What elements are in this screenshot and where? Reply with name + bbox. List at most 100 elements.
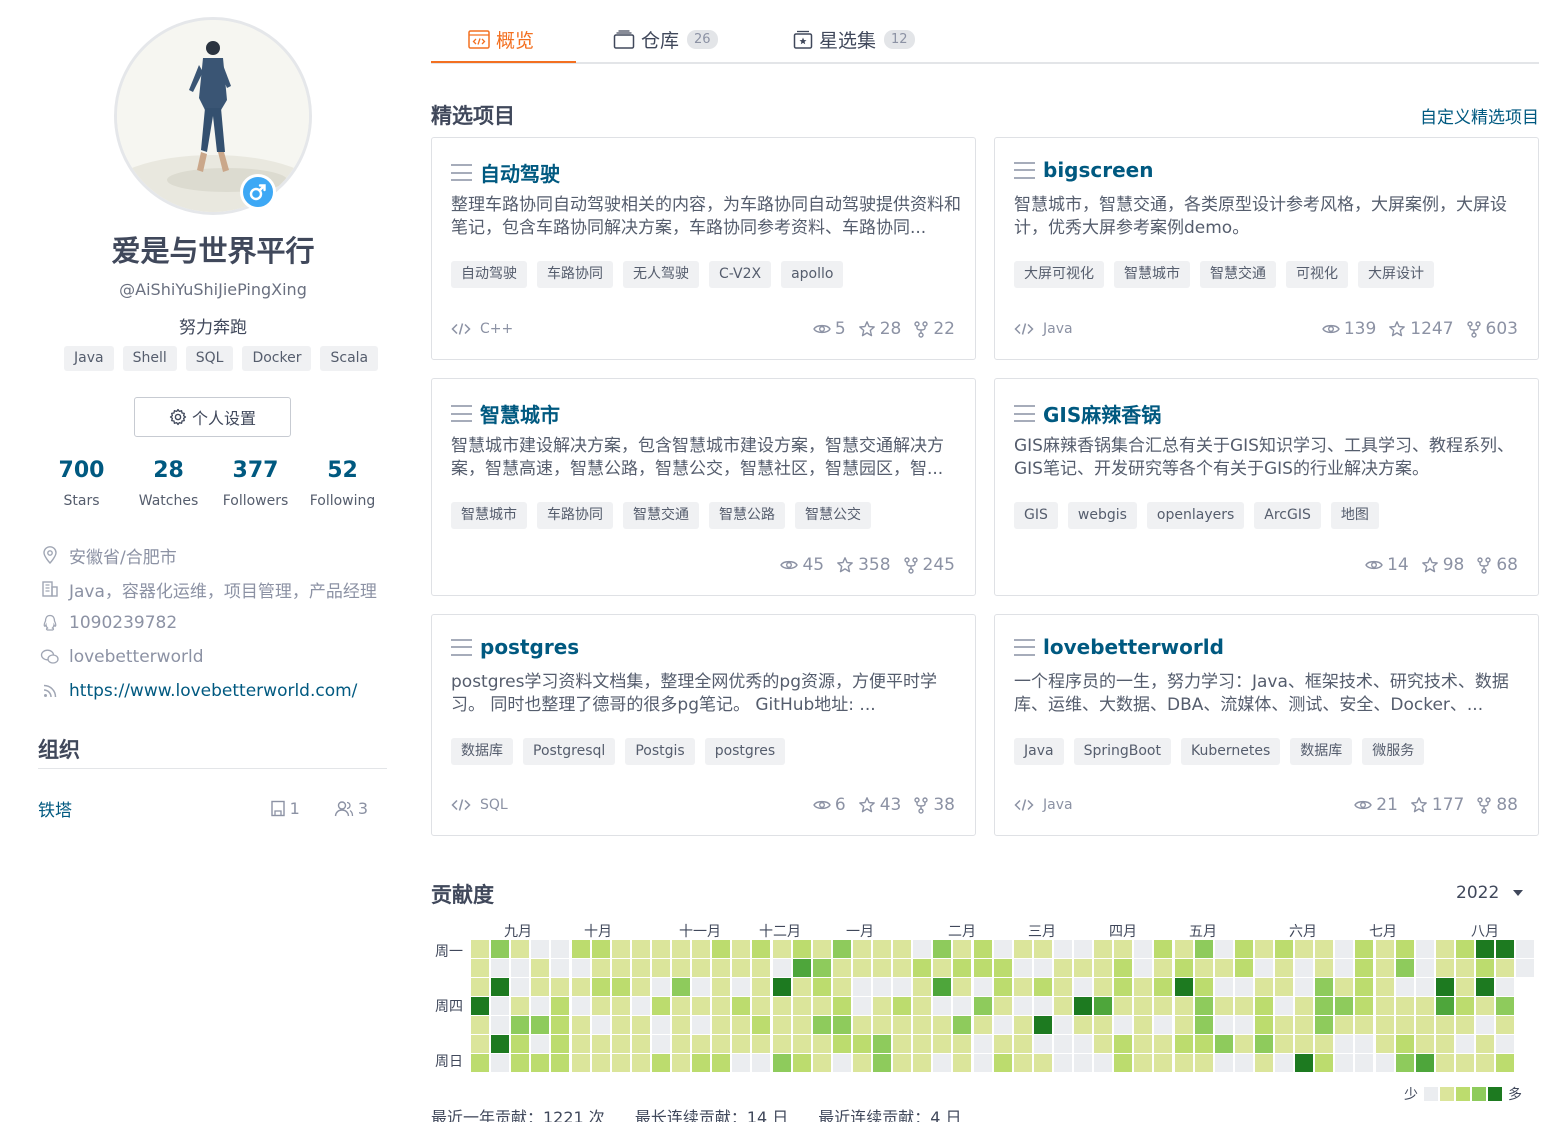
contrib-day-cell[interactable] bbox=[1014, 997, 1032, 1015]
contrib-day-cell[interactable] bbox=[773, 997, 791, 1015]
project-tag[interactable]: Java bbox=[1014, 738, 1064, 765]
contrib-day-cell[interactable] bbox=[974, 1016, 992, 1034]
contrib-day-cell[interactable] bbox=[752, 978, 770, 996]
contrib-day-cell[interactable] bbox=[1195, 997, 1213, 1015]
project-title-link[interactable]: postgres bbox=[480, 635, 579, 659]
contrib-day-cell[interactable] bbox=[712, 940, 730, 958]
contrib-day-cell[interactable] bbox=[551, 959, 569, 977]
contrib-day-cell[interactable] bbox=[531, 940, 549, 958]
contrib-day-cell[interactable] bbox=[491, 997, 509, 1015]
contrib-day-cell[interactable] bbox=[1295, 959, 1313, 977]
contrib-day-cell[interactable] bbox=[692, 997, 710, 1015]
contrib-day-cell[interactable] bbox=[572, 940, 590, 958]
project-tag[interactable]: 智慧城市 bbox=[451, 502, 527, 529]
contrib-day-cell[interactable] bbox=[893, 978, 911, 996]
project-tag[interactable]: 数据库 bbox=[451, 738, 513, 765]
contrib-day-cell[interactable] bbox=[813, 978, 831, 996]
contrib-day-cell[interactable] bbox=[813, 1054, 831, 1072]
project-title-link[interactable]: 自动驾驶 bbox=[480, 158, 560, 187]
contrib-day-cell[interactable] bbox=[1175, 1035, 1193, 1053]
contrib-day-cell[interactable] bbox=[732, 1016, 750, 1034]
contrib-day-cell[interactable] bbox=[1094, 1016, 1112, 1034]
contrib-day-cell[interactable] bbox=[1436, 959, 1454, 977]
contrib-day-cell[interactable] bbox=[953, 997, 971, 1015]
contrib-day-cell[interactable] bbox=[1416, 997, 1434, 1015]
contrib-day-cell[interactable] bbox=[1335, 959, 1353, 977]
contrib-day-cell[interactable] bbox=[652, 1035, 670, 1053]
contrib-day-cell[interactable] bbox=[1054, 940, 1072, 958]
contrib-day-cell[interactable] bbox=[1376, 940, 1394, 958]
contrib-day-cell[interactable] bbox=[1014, 959, 1032, 977]
contrib-day-cell[interactable] bbox=[1154, 940, 1172, 958]
contrib-day-cell[interactable] bbox=[511, 1016, 529, 1034]
contrib-day-cell[interactable] bbox=[853, 997, 871, 1015]
contrib-day-cell[interactable] bbox=[1315, 1054, 1333, 1072]
contrib-day-cell[interactable] bbox=[1396, 1054, 1414, 1072]
contrib-day-cell[interactable] bbox=[994, 959, 1012, 977]
project-stars[interactable]: 177 bbox=[1410, 795, 1464, 815]
contrib-day-cell[interactable] bbox=[592, 997, 610, 1015]
project-tag[interactable]: postgres bbox=[704, 738, 786, 765]
contrib-day-cell[interactable] bbox=[1416, 940, 1434, 958]
contrib-day-cell[interactable] bbox=[1094, 1035, 1112, 1053]
contrib-day-cell[interactable] bbox=[1255, 1016, 1273, 1034]
contrib-day-cell[interactable] bbox=[612, 997, 630, 1015]
contrib-day-cell[interactable] bbox=[873, 940, 891, 958]
contrib-day-cell[interactable] bbox=[1396, 940, 1414, 958]
contrib-day-cell[interactable] bbox=[692, 1054, 710, 1072]
contrib-day-cell[interactable] bbox=[1034, 940, 1052, 958]
contrib-day-cell[interactable] bbox=[1195, 1016, 1213, 1034]
contrib-day-cell[interactable] bbox=[1436, 978, 1454, 996]
project-tag[interactable]: GIS bbox=[1014, 502, 1058, 529]
contrib-day-cell[interactable] bbox=[1034, 959, 1052, 977]
contrib-day-cell[interactable] bbox=[471, 940, 489, 958]
project-tag[interactable]: openlayers bbox=[1146, 502, 1245, 529]
contrib-day-cell[interactable] bbox=[1114, 978, 1132, 996]
stat-followers[interactable]: 377 Followers bbox=[212, 458, 299, 509]
contrib-day-cell[interactable] bbox=[994, 940, 1012, 958]
contrib-day-cell[interactable] bbox=[933, 1054, 951, 1072]
contrib-day-cell[interactable] bbox=[1175, 1016, 1193, 1034]
contrib-day-cell[interactable] bbox=[531, 997, 549, 1015]
contrib-day-cell[interactable] bbox=[793, 978, 811, 996]
project-tag[interactable]: 大屏设计 bbox=[1358, 261, 1434, 288]
contrib-day-cell[interactable] bbox=[1175, 959, 1193, 977]
contrib-day-cell[interactable] bbox=[1416, 959, 1434, 977]
contrib-day-cell[interactable] bbox=[1074, 1016, 1092, 1034]
contrib-day-cell[interactable] bbox=[652, 940, 670, 958]
contrib-day-cell[interactable] bbox=[652, 997, 670, 1015]
contrib-day-cell[interactable] bbox=[773, 1016, 791, 1034]
contrib-day-cell[interactable] bbox=[1094, 959, 1112, 977]
contrib-day-cell[interactable] bbox=[813, 1016, 831, 1034]
contrib-day-cell[interactable] bbox=[773, 1035, 791, 1053]
contrib-day-cell[interactable] bbox=[1235, 959, 1253, 977]
contrib-day-cell[interactable] bbox=[1376, 997, 1394, 1015]
contrib-day-cell[interactable] bbox=[953, 1054, 971, 1072]
contrib-day-cell[interactable] bbox=[1054, 1054, 1072, 1072]
contrib-day-cell[interactable] bbox=[1034, 978, 1052, 996]
contrib-day-cell[interactable] bbox=[913, 1016, 931, 1034]
contrib-day-cell[interactable] bbox=[672, 959, 690, 977]
contrib-day-cell[interactable] bbox=[592, 1054, 610, 1072]
contrib-day-cell[interactable] bbox=[994, 978, 1012, 996]
project-forks[interactable]: 88 bbox=[1476, 795, 1518, 815]
contrib-day-cell[interactable] bbox=[1335, 1016, 1353, 1034]
contrib-day-cell[interactable] bbox=[853, 1054, 871, 1072]
skill-tag[interactable]: Shell bbox=[122, 346, 177, 371]
contrib-day-cell[interactable] bbox=[1034, 1035, 1052, 1053]
contrib-day-cell[interactable] bbox=[592, 959, 610, 977]
contrib-day-cell[interactable] bbox=[632, 997, 650, 1015]
contrib-day-cell[interactable] bbox=[752, 1054, 770, 1072]
contrib-day-cell[interactable] bbox=[1134, 1016, 1152, 1034]
contrib-day-cell[interactable] bbox=[994, 1016, 1012, 1034]
contrib-day-cell[interactable] bbox=[833, 1035, 851, 1053]
project-forks[interactable]: 603 bbox=[1466, 319, 1518, 339]
contrib-day-cell[interactable] bbox=[1215, 1016, 1233, 1034]
contrib-day-cell[interactable] bbox=[1376, 1035, 1394, 1053]
contrib-day-cell[interactable] bbox=[732, 959, 750, 977]
project-tag[interactable]: 可视化 bbox=[1286, 261, 1348, 288]
contrib-day-cell[interactable] bbox=[471, 1035, 489, 1053]
project-tag[interactable]: 智慧交通 bbox=[623, 502, 699, 529]
contrib-day-cell[interactable] bbox=[752, 1035, 770, 1053]
contrib-day-cell[interactable] bbox=[1195, 1035, 1213, 1053]
